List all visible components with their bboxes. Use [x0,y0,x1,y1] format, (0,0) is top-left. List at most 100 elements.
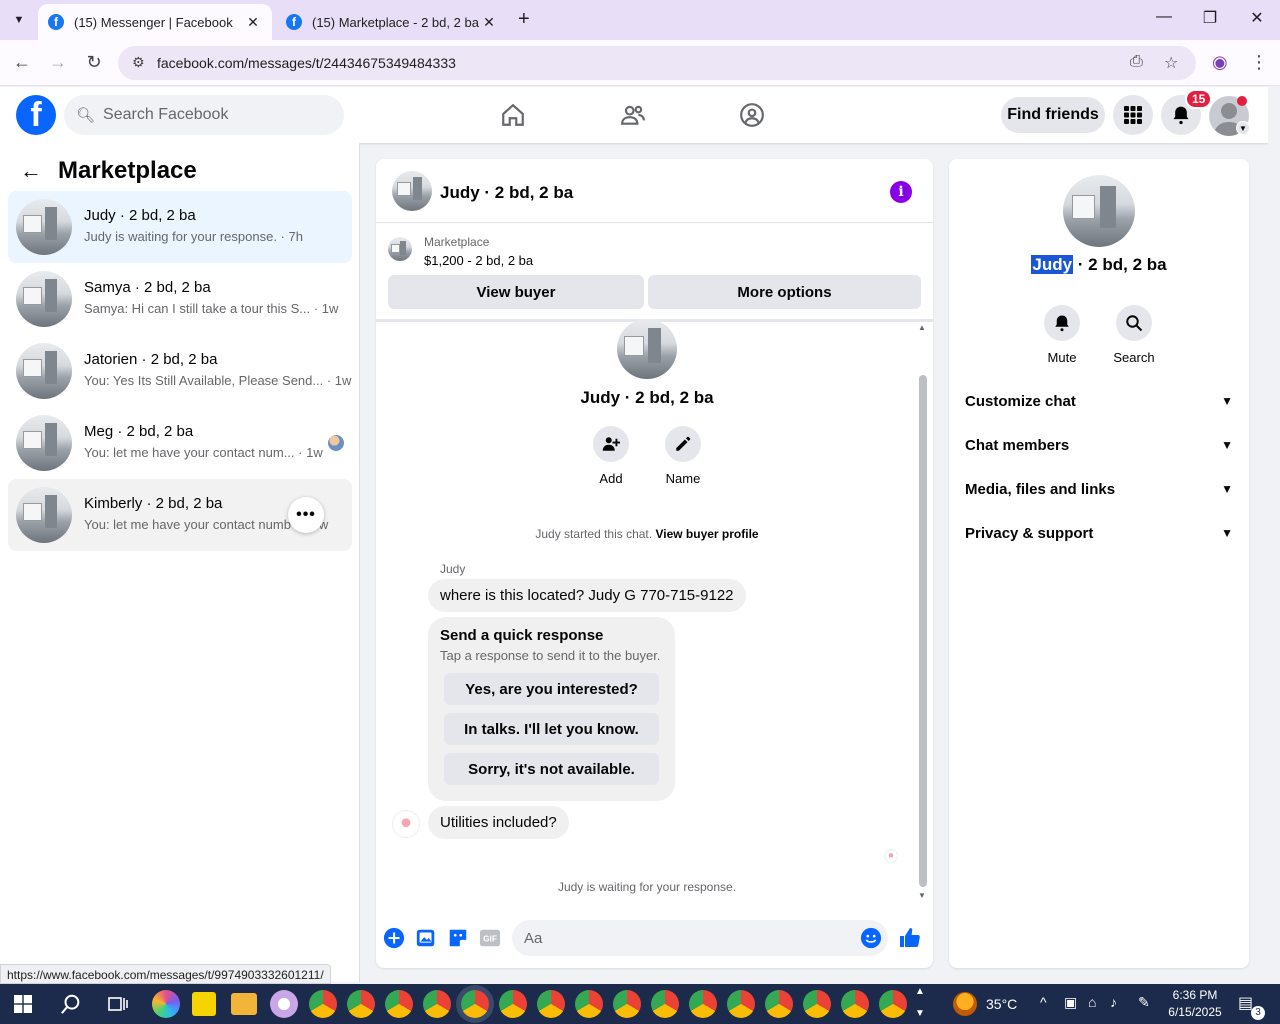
view-buyer-profile-link[interactable]: View buyer profile [655,527,758,541]
section-media-files-links[interactable]: Media, files and links ▼ [965,467,1233,511]
chrome-icon[interactable] [613,990,641,1018]
close-tab-icon[interactable]: ✕ [244,14,262,31]
emoji-icon[interactable] [859,926,883,950]
chrome-icon[interactable] [841,990,869,1018]
section-privacy-support[interactable]: Privacy & support ▼ [965,511,1233,555]
copilot-icon[interactable] [152,990,180,1018]
profile-icon[interactable]: ◉ [1212,52,1228,73]
task-view-icon[interactable] [108,995,128,1016]
chrome-icon[interactable] [537,990,565,1018]
find-friends-button[interactable]: Find friends [1001,97,1105,133]
plus-circle-icon[interactable] [382,926,406,950]
more-options-icon[interactable]: ••• [288,497,324,533]
chrome-icon[interactable] [803,990,831,1018]
section-customize-chat[interactable]: Customize chat ▼ [965,379,1233,423]
bookmark-star-icon[interactable]: ☆ [1164,53,1178,73]
conversation-item-judy[interactable]: Judy · 2 bd, 2 ba Judy is waiting for yo… [8,191,352,263]
account-chevron-down-icon[interactable]: ▼ [1236,121,1250,135]
chrome-icon[interactable] [385,990,413,1018]
weather-icon[interactable] [953,992,977,1016]
search-in-chat-button[interactable]: Search [1104,305,1164,365]
more-options-button[interactable]: More options [648,275,921,309]
site-info-icon[interactable]: ⚙ [132,54,145,71]
menu-grid-icon[interactable] [1113,95,1153,135]
facebook-logo-icon[interactable]: f [16,95,56,135]
quick-response-button[interactable]: Yes, are you interested? [444,673,659,705]
chrome-icon[interactable] [651,990,679,1018]
photo-icon[interactable] [414,926,438,950]
message-bubble[interactable]: Utilities included? [428,806,569,839]
back-arrow-icon[interactable]: ← [10,52,34,73]
sender-avatar[interactable] [392,810,420,838]
friends-icon[interactable] [617,99,649,131]
scroll-up-icon[interactable]: ▲ [918,323,926,332]
chrome-icon[interactable] [765,990,793,1018]
chrome-icon[interactable] [689,990,717,1018]
browser-menu-icon[interactable]: ⋮ [1250,52,1268,73]
home-icon[interactable] [497,99,529,131]
close-tab-icon[interactable]: ✕ [480,14,498,31]
scrollbar-thumb[interactable] [919,375,927,887]
taskbar-scroll-up-icon[interactable]: ▲ [915,986,925,997]
chrome-icon[interactable] [575,990,603,1018]
details-avatar[interactable] [1063,175,1135,247]
conversation-item-samya[interactable]: Samya · 2 bd, 2 ba Samya: Hi can I still… [8,263,352,335]
quick-response-button[interactable]: Sorry, it's not available. [444,753,659,785]
windows-start-icon[interactable] [14,995,32,1016]
temperature[interactable]: 35°C [986,996,1017,1012]
install-app-icon[interactable]: ⎙ [1130,53,1143,71]
clock-time[interactable]: 6:36 PM [1164,988,1226,1002]
chrome-icon[interactable] [727,990,755,1018]
tab-messenger[interactable]: f (15) Messenger | Facebook ✕ [38,4,272,40]
view-buyer-button[interactable]: View buyer [388,275,644,309]
gif-icon[interactable]: GIF [478,926,502,950]
add-people-button[interactable]: Add [581,426,641,486]
message-input[interactable] [512,920,888,956]
tab-search-chevron-icon[interactable]: ▼ [6,8,32,32]
chat-scrollbar[interactable]: ▲ ▼ [918,323,928,900]
clock-date[interactable]: 6/15/2025 [1164,1005,1226,1019]
minimize-icon[interactable]: — [1141,8,1187,26]
paint-icon[interactable] [270,990,298,1018]
volume-icon[interactable]: ♪ [1110,994,1117,1010]
meet-icon[interactable]: ▣ [1064,994,1077,1011]
groups-icon[interactable] [736,99,768,131]
network-icon[interactable]: ⌂ [1088,994,1096,1010]
restore-icon[interactable]: ❐ [1187,8,1233,28]
chrome-icon[interactable] [879,990,907,1018]
quick-response-button[interactable]: In talks. I'll let you know. [444,713,659,745]
pen-icon[interactable]: ✎ [1138,994,1150,1011]
chrome-icon[interactable] [309,990,337,1018]
conversation-item-meg[interactable]: Meg · 2 bd, 2 ba You: let me have your c… [8,407,352,479]
search-input[interactable] [103,106,324,124]
new-tab-icon[interactable]: + [518,8,530,31]
tab-marketplace[interactable]: f (15) Marketplace - 2 bd, 2 ba | F ✕ [276,4,508,40]
taskbar-scroll-down-icon[interactable]: ▼ [915,1008,925,1019]
window-close-icon[interactable]: ✕ [1234,8,1280,28]
url-text[interactable]: facebook.com/messages/t/2443467534948433… [157,55,456,71]
conversation-item-jatorien[interactable]: Jatorien · 2 bd, 2 ba You: Yes Its Still… [8,335,352,407]
page-scrollbar[interactable] [1268,87,1280,982]
chrome-icon[interactable] [423,990,451,1018]
file-explorer-icon[interactable] [231,993,257,1015]
chrome-icon[interactable] [347,990,375,1018]
sticky-notes-icon[interactable] [192,992,216,1016]
conversation-item-kimberly[interactable]: Kimberly · 2 bd, 2 ba You: let me have y… [8,479,352,551]
forward-arrow-icon[interactable]: → [46,52,70,73]
search-icon[interactable] [60,993,82,1018]
reload-icon[interactable]: ↻ [82,52,106,73]
edit-name-button[interactable]: Name [653,426,713,486]
chrome-icon[interactable] [499,990,527,1018]
back-arrow-icon[interactable]: ← [20,158,42,184]
info-icon[interactable]: i [890,181,912,203]
mute-button[interactable]: Mute [1032,305,1092,365]
chrome-icon-active[interactable] [461,990,489,1018]
chat-title[interactable]: Judy · 2 bd, 2 ba [440,183,573,203]
chat-thumbnail[interactable] [392,171,432,211]
message-bubble[interactable]: where is this located? Judy G 770-715-91… [428,579,746,612]
omnibox[interactable]: ⚙ facebook.com/messages/t/24434675349484… [118,46,1196,80]
sticker-icon[interactable] [446,926,470,950]
section-chat-members[interactable]: Chat members ▼ [965,423,1233,467]
tray-chevron-up-icon[interactable]: ^ [1040,994,1047,1010]
facebook-search[interactable]: 🔍︎ [64,95,344,135]
